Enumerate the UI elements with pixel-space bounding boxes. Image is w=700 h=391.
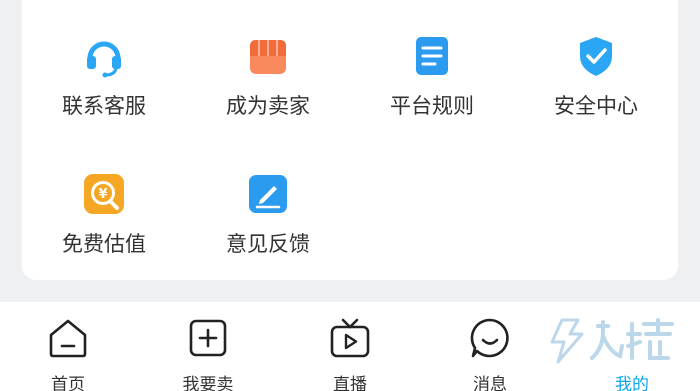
tab-messages[interactable]: 消息 (430, 302, 550, 391)
service-label: 平台规则 (390, 94, 474, 118)
service-feedback[interactable]: 意见反馈 (186, 138, 350, 256)
chat-icon (470, 318, 509, 358)
service-security-center[interactable]: 安全中心 (514, 0, 678, 118)
service-become-seller[interactable]: 成为卖家 (186, 0, 350, 118)
site-watermark-logo (550, 318, 674, 364)
tab-label: 我的 (615, 375, 649, 391)
service-label: 安全中心 (554, 94, 638, 118)
services-card: 联系客服 成为卖家 平台规则 安全中心 ¥ 免费估值 意见反馈 (22, 0, 678, 280)
plus-square-icon (189, 319, 227, 357)
yuan-search-icon: ¥ (84, 174, 124, 214)
service-label: 意见反馈 (226, 232, 310, 256)
tab-label: 首页 (51, 375, 85, 391)
service-free-valuation[interactable]: ¥ 免费估值 (22, 138, 186, 256)
service-label: 联系客服 (62, 94, 146, 118)
shield-check-icon (580, 37, 612, 76)
service-label: 成为卖家 (226, 94, 310, 118)
home-icon (49, 319, 87, 358)
edit-icon (249, 175, 287, 213)
tab-sell[interactable]: 我要卖 (148, 302, 268, 391)
service-label: 免费估值 (62, 232, 146, 256)
tv-play-icon (330, 318, 370, 358)
shop-icon (250, 40, 286, 74)
tab-label: 消息 (473, 375, 507, 391)
tab-live[interactable]: 直播 (290, 302, 410, 391)
document-icon (416, 37, 448, 75)
tab-label: 我要卖 (182, 375, 234, 391)
headset-icon (87, 41, 121, 78)
svg-text:¥: ¥ (98, 187, 107, 202)
service-customer-support[interactable]: 联系客服 (22, 0, 186, 118)
service-platform-rules[interactable]: 平台规则 (350, 0, 514, 118)
tab-label: 直播 (333, 375, 367, 391)
tab-home[interactable]: 首页 (8, 302, 128, 391)
